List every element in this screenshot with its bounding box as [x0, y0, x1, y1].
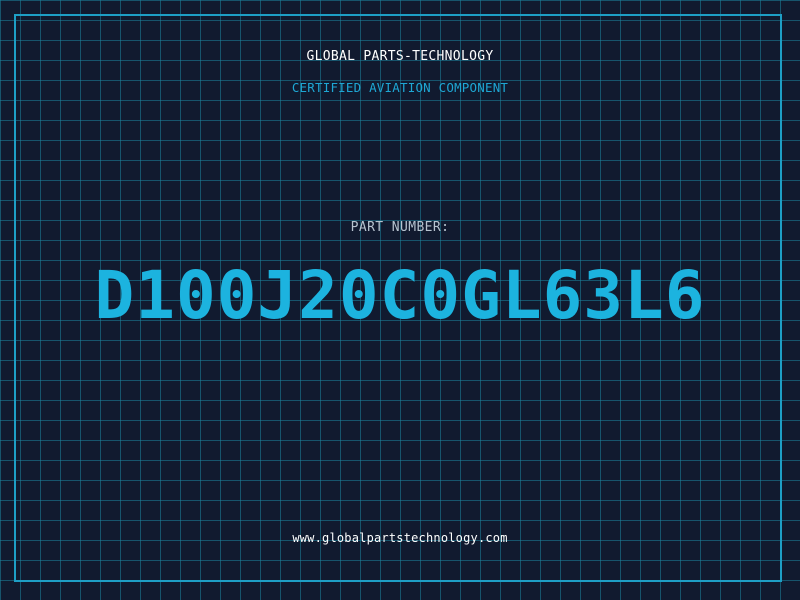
part-label-card: GLOBAL PARTS-TECHNOLOGY CERTIFIED AVIATI… — [0, 0, 800, 600]
website-url[interactable]: www.globalpartstechnology.com — [0, 531, 800, 545]
part-number-label: PART NUMBER: — [350, 220, 450, 235]
certification-subtitle: CERTIFIED AVIATION COMPONENT — [291, 80, 509, 95]
company-name: GLOBAL PARTS-TECHNOLOGY — [306, 49, 494, 64]
part-number-value: D100J20C0GL63L6 — [94, 257, 706, 334]
